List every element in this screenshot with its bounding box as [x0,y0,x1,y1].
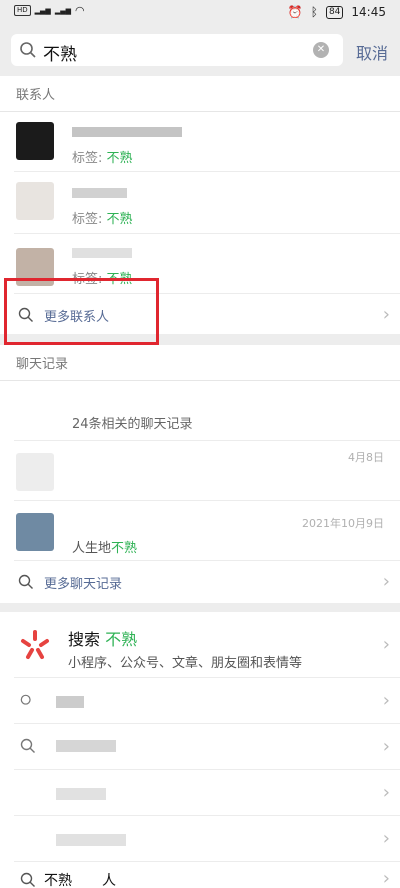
contact-name [72,188,127,198]
avatar [16,182,54,220]
tag-keyword: 不熟 [106,212,133,227]
chevron-right-icon: › [382,690,390,711]
wifi-icon: ◠ [74,4,85,17]
websearch-title-prefix: 搜索 [68,630,106,649]
search-icon [20,42,36,58]
search-icon [18,574,33,589]
battery-icon: 84 [325,5,344,19]
websearch-subtitle: 小程序、公众号、文章、朋友圈和表情等 [68,656,303,671]
suggestion-text [56,834,126,846]
signal-indicators: HD ▂▄▆ ▂▄▆ ◠ [14,4,85,17]
cancel-button[interactable]: 取消 [356,40,388,64]
chat-snippet-text: 人生地 [72,541,112,556]
suggestion-row[interactable]: › [14,724,400,770]
hd-badge: HD [14,5,31,16]
chat-date: 2021年10月9日 [302,517,384,530]
suggestion-text: 不熟 人 [44,870,116,888]
websearch-title: 搜索 不熟 [68,626,137,650]
chat-snippet-keyword: 不熟 [111,541,138,556]
chat-summary: 24条相关的聊天记录 [72,417,193,432]
suggestion-row[interactable]: 不熟 人 › [14,862,400,888]
search-input[interactable]: 不熟 ✕ [11,34,343,66]
avatar [16,513,54,551]
suggestion-keyword: 不熟 [44,873,72,888]
suggestion-row[interactable]: › [14,816,400,862]
suggestion-text [56,788,106,800]
contact-name [72,248,132,258]
section-title-contacts: 联系人 [0,76,400,112]
bluetooth-icon: ᛒ [310,5,318,19]
chevron-right-icon: › [382,868,390,888]
contact-tag: 标签: 不熟 [72,147,133,166]
clear-icon[interactable]: ✕ [313,42,329,58]
websearch-row[interactable]: 搜索 不熟 小程序、公众号、文章、朋友圈和表情等 › [14,612,400,678]
suggestion-text [56,740,116,752]
chat-row[interactable]: 4月8日 [14,441,400,501]
status-bar: HD ▂▄▆ ▂▄▆ ◠ ⏰ ᛒ 84 14:45 [0,0,400,28]
red-highlight-annotation [4,278,159,345]
signal-4g-icon-2: ▂▄▆ [54,6,71,15]
websearch-title-keyword: 不熟 [105,630,138,649]
alarm-icon: ⏰ [287,5,303,19]
search-bar: 不熟 ✕ 取消 [0,32,400,68]
avatar [16,122,54,160]
suggestion-text [56,696,84,708]
tag-label: 标签: [72,151,107,166]
more-chats-label: 更多聊天记录 [44,577,123,592]
chevron-right-icon: › [382,634,390,655]
suggestion-row[interactable]: › [14,678,400,724]
contact-row[interactable]: 标签: 不熟 [14,112,400,172]
chevron-right-icon: › [382,782,390,803]
search-icon [20,738,35,753]
search-icon [20,694,31,705]
chat-summary-row[interactable]: 24条相关的聊天记录 [14,381,400,441]
suggestion-row[interactable]: › [14,770,400,816]
tag-label: 标签: [72,212,107,227]
chat-date: 4月8日 [348,451,384,464]
websearch-section: 搜索 不熟 小程序、公众号、文章、朋友圈和表情等 › › › › › 不熟人 › [0,612,400,888]
contact-row[interactable]: 标签: 不熟 [14,172,400,234]
chevron-right-icon: › [382,828,390,849]
more-chats-link[interactable]: 更多聊天记录 › [14,561,400,603]
search-query: 不熟 [43,45,77,65]
suggestion-suffix: 人 [102,873,116,888]
search-icon [20,872,35,887]
signal-4g-icon: ▂▄▆ [34,6,51,15]
chat-row[interactable]: 2021年10月9日 人生地不熟 [14,501,400,561]
chevron-right-icon: › [382,304,390,325]
section-title-chats: 聊天记录 [0,345,400,381]
chats-section: 聊天记录 24条相关的聊天记录 4月8日 2021年10月9日 人生地不熟 更多… [0,345,400,603]
search-logo-icon [21,630,49,659]
contact-tag: 标签: 不熟 [72,208,133,227]
clock: 14:45 [351,5,386,19]
contact-name [72,127,182,137]
chat-snippet: 人生地不熟 [72,537,137,556]
avatar [16,453,54,491]
chevron-right-icon: › [382,736,390,757]
chevron-right-icon: › [382,571,390,592]
tag-keyword: 不熟 [106,151,133,166]
